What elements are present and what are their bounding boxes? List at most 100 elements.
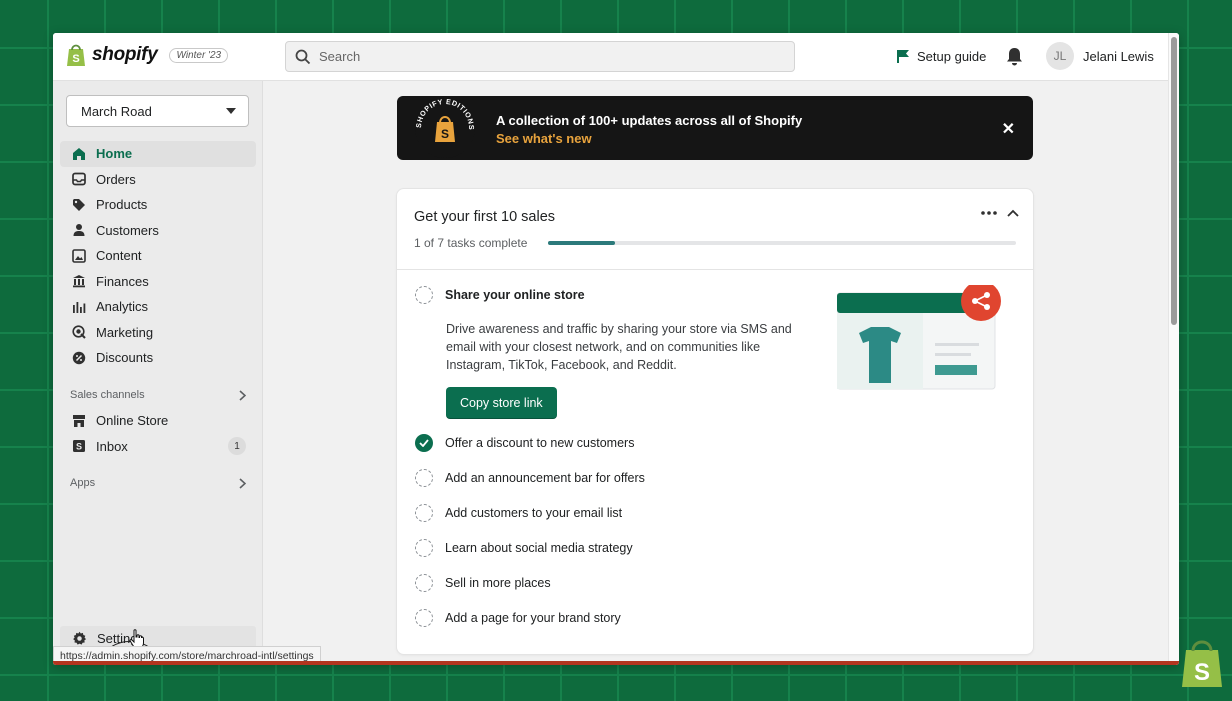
sidebar-item-label: Discounts — [96, 350, 154, 366]
admin-window: S shopify Winter '23 Setup guide JL — [53, 33, 1179, 665]
sidebar-item-home[interactable]: Home — [60, 141, 256, 167]
progress-bar — [548, 241, 1016, 245]
caret-down-icon — [226, 108, 236, 114]
task-announcement-bar[interactable]: Add an announcement bar for offers — [415, 469, 645, 487]
person-icon — [73, 224, 85, 237]
channels-nav: Online Store S Inbox 1 — [60, 408, 256, 459]
see-whats-new-link[interactable]: See what's new — [496, 130, 802, 148]
gear-icon — [73, 631, 87, 645]
sidebar-item-finances[interactable]: Finances — [60, 269, 256, 295]
inbox-count-badge: 1 — [228, 437, 246, 456]
sidebar-item-label: Finances — [96, 273, 149, 289]
search-input[interactable] — [319, 49, 759, 64]
svg-text:S: S — [441, 127, 449, 141]
sidebar-item-content[interactable]: Content — [60, 243, 256, 269]
search-bar[interactable] — [285, 41, 795, 72]
sidebar-item-analytics[interactable]: Analytics — [60, 294, 256, 320]
top-bar: S shopify Winter '23 Setup guide JL — [53, 33, 1168, 81]
bank-icon — [73, 275, 85, 288]
logo-wordmark: shopify — [92, 44, 158, 65]
incomplete-circle-icon[interactable] — [415, 286, 433, 304]
sidebar-item-inbox[interactable]: S Inbox 1 — [60, 434, 256, 460]
store-selector[interactable]: March Road — [66, 95, 249, 127]
sidebar-item-online-store[interactable]: Online Store — [60, 408, 256, 434]
incomplete-circle-icon[interactable] — [415, 504, 433, 522]
sidebar-item-label: Products — [96, 197, 148, 213]
task-offer-discount[interactable]: Offer a discount to new customers — [415, 434, 634, 452]
sidebar-item-label: Orders — [96, 171, 136, 187]
main-nav: Home Orders Products Customers Content F… — [60, 141, 256, 371]
scrollbar-thumb[interactable] — [1171, 37, 1177, 325]
task-label: Share your online store — [445, 288, 585, 302]
share-store-illustration — [837, 285, 1001, 390]
more-options-icon[interactable] — [981, 211, 997, 215]
card-actions — [981, 209, 1019, 217]
apps-heading[interactable]: Apps — [70, 477, 246, 489]
chevron-right-icon — [239, 389, 246, 401]
card-title: Get your first 10 sales — [414, 209, 556, 225]
sidebar-item-marketing[interactable]: Marketing — [60, 320, 256, 346]
search-icon — [295, 49, 311, 64]
shopify-bag-watermark: S — [1182, 640, 1222, 687]
user-name: Jelani Lewis — [1083, 48, 1154, 64]
shopify-editions-seal: SHOPIFY EDITIONS S — [414, 97, 475, 158]
image-icon — [72, 248, 86, 263]
apps-label: Apps — [70, 477, 96, 489]
setup-guide-button[interactable]: Setup guide — [896, 49, 986, 64]
flag-icon — [897, 50, 909, 63]
task-label: Add an announcement bar for offers — [445, 471, 645, 485]
sidebar-item-label: Content — [96, 248, 142, 264]
incomplete-circle-icon[interactable] — [415, 539, 433, 557]
copy-store-link-button[interactable]: Copy store link — [446, 387, 557, 419]
task-share-store[interactable]: Share your online store — [415, 286, 585, 304]
banner-title: A collection of 100+ updates across all … — [496, 113, 803, 128]
sidebar-item-customers[interactable]: Customers — [60, 218, 256, 244]
editions-banner[interactable]: SHOPIFY EDITIONS S A collection of 100+ … — [397, 96, 1033, 160]
incomplete-circle-icon[interactable] — [415, 574, 433, 592]
svg-text:S: S — [76, 442, 82, 452]
status-bar-url: https://admin.shopify.com/store/marchroa… — [53, 646, 321, 665]
task-label: Add a page for your brand story — [445, 611, 621, 625]
task-label: Offer a discount to new customers — [445, 436, 635, 450]
sidebar-item-products[interactable]: Products — [60, 192, 256, 218]
discount-icon — [72, 351, 86, 364]
task-label: Add customers to your email list — [445, 506, 623, 520]
banner-text: A collection of 100+ updates across all … — [496, 112, 802, 148]
svg-text:S: S — [72, 53, 79, 65]
inbox-icon: S — [73, 440, 85, 453]
chevron-up-icon[interactable] — [1007, 209, 1019, 217]
checkmark-icon[interactable] — [415, 434, 433, 452]
task-brand-story[interactable]: Add a page for your brand story — [415, 609, 621, 627]
setup-guide-label: Setup guide — [917, 49, 987, 64]
sales-channels-heading[interactable]: Sales channels — [70, 389, 246, 401]
sidebar-item-label: Online Store — [96, 413, 169, 429]
task-email-list[interactable]: Add customers to your email list — [415, 504, 622, 522]
target-icon — [72, 325, 86, 339]
task-social-media[interactable]: Learn about social media strategy — [415, 539, 633, 557]
sidebar-item-label: Marketing — [96, 324, 154, 340]
progress-text: 1 of 7 tasks complete — [414, 236, 528, 250]
sidebar-item-discounts[interactable]: Discounts — [60, 345, 256, 371]
edition-badge: Winter '23 — [169, 47, 229, 63]
task-sell-more-places[interactable]: Sell in more places — [415, 574, 551, 592]
first-sales-card: Get your first 10 sales 1 of 7 tasks com… — [397, 189, 1033, 654]
sidebar-item-label: Home — [96, 146, 133, 162]
tag-icon — [73, 198, 85, 211]
svg-text:S: S — [1194, 659, 1210, 686]
chevron-right-icon — [239, 477, 246, 489]
page-scrollbar[interactable] — [1168, 33, 1179, 665]
card-divider — [397, 269, 1033, 270]
user-menu[interactable]: JL Jelani Lewis — [1046, 42, 1154, 70]
shopify-bag-icon: S — [67, 44, 85, 66]
task-label: Learn about social media strategy — [445, 541, 633, 555]
close-icon[interactable]: ✕ — [1002, 119, 1015, 139]
sidebar-item-label: Analytics — [96, 299, 149, 315]
sidebar-item-orders[interactable]: Orders — [60, 167, 256, 193]
incomplete-circle-icon[interactable] — [415, 609, 433, 627]
incomplete-circle-icon[interactable] — [415, 469, 433, 487]
task-description: Drive awareness and traffic by sharing y… — [446, 322, 792, 372]
bell-icon[interactable] — [1006, 47, 1023, 66]
shopify-logo[interactable]: S shopify Winter '23 — [66, 43, 229, 67]
store-icon — [73, 414, 85, 427]
home-icon — [73, 147, 85, 160]
